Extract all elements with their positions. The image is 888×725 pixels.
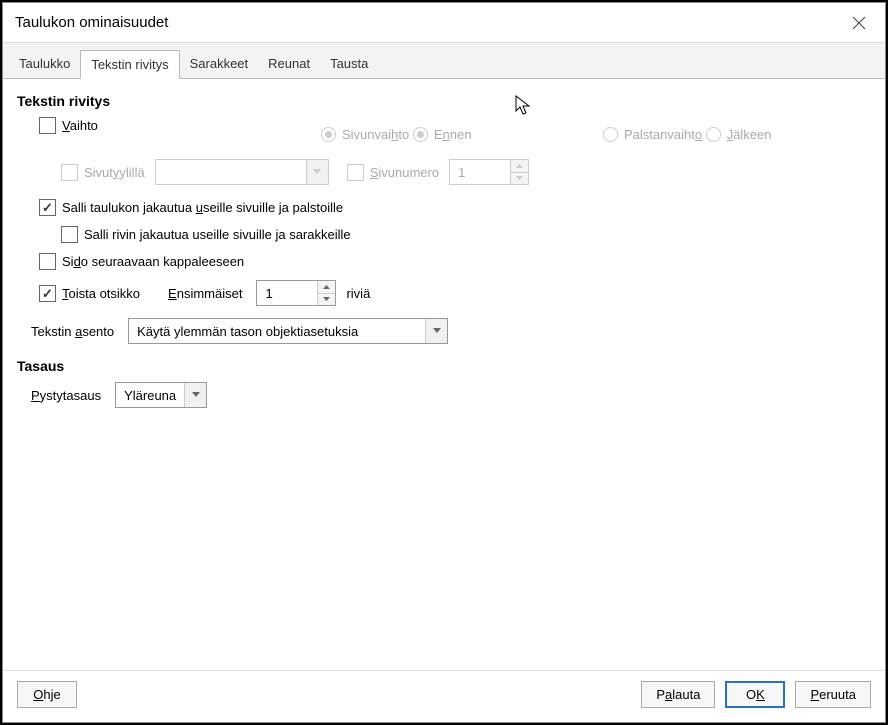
break-options-row: Vaihto Sivunvaihto Ennen Palstanvaihto bbox=[39, 117, 871, 145]
tab-reunat[interactable]: Reunat bbox=[258, 50, 320, 79]
checkbox-icon bbox=[39, 199, 56, 216]
sido-row: Sido seuraavaan kappaleeseen bbox=[39, 253, 871, 270]
tab-sarakkeet[interactable]: Sarakkeet bbox=[180, 50, 259, 79]
chevron-down-icon[interactable] bbox=[425, 319, 447, 343]
vaihto-label: Vaihto bbox=[62, 118, 98, 133]
checkbox-icon bbox=[61, 226, 78, 243]
salli-taulukon-label: Salli taulukon jakautua useille sivuille… bbox=[62, 200, 343, 215]
jalkeen-radio: Jälkeen bbox=[706, 127, 772, 142]
ensimmaiset-value[interactable]: 1 bbox=[257, 281, 317, 305]
dialog-window: Taulukon ominaisuudet Taulukko Tekstin r… bbox=[2, 2, 886, 723]
pystytasaus-row: Pystytasaus Yläreuna bbox=[31, 382, 871, 408]
ennen-label: Ennen bbox=[434, 127, 472, 142]
sivutyylilla-label: Sivutyylillä bbox=[84, 165, 145, 180]
palstanvaihto-label: Palstanvaihto bbox=[624, 127, 702, 142]
dialog-title: Taulukon ominaisuudet bbox=[15, 14, 845, 31]
asento-label: Tekstin asento bbox=[31, 324, 114, 339]
checkbox-icon bbox=[39, 253, 56, 270]
radio-icon bbox=[706, 127, 721, 142]
section-tekstin-rivitys-title: Tekstin rivitys bbox=[17, 93, 871, 109]
asento-value: Käytä ylemmän tason objektiasetuksia bbox=[129, 319, 425, 343]
sivutyylilla-value bbox=[156, 160, 306, 184]
chevron-down-icon bbox=[306, 160, 328, 184]
ennen-radio: Ennen bbox=[413, 127, 472, 142]
asento-combo[interactable]: Käytä ylemmän tason objektiasetuksia bbox=[128, 318, 448, 344]
pystytasaus-label: Pystytasaus bbox=[31, 388, 101, 403]
chevron-up-icon bbox=[511, 160, 528, 173]
vaihto-checkbox[interactable]: Vaihto bbox=[39, 117, 98, 134]
tab-tausta[interactable]: Tausta bbox=[320, 50, 378, 79]
button-bar: Ohje Palauta OK Peruuta bbox=[3, 670, 885, 722]
tab-bar: Taulukko Tekstin rivitys Sarakkeet Reuna… bbox=[3, 43, 885, 79]
tab-taulukko[interactable]: Taulukko bbox=[9, 50, 80, 79]
close-icon bbox=[852, 16, 866, 30]
jalkeen-label: Jälkeen bbox=[727, 127, 772, 142]
sivunumero-value: 1 bbox=[450, 160, 510, 184]
tab-content: Tekstin rivitys Vaihto Sivunvaihto Ennen bbox=[3, 79, 885, 670]
salli-rivin-row: Salli rivin jakautua useille sivuille ja… bbox=[61, 226, 871, 243]
salli-rivin-checkbox[interactable]: Salli rivin jakautua useille sivuille ja… bbox=[61, 226, 351, 243]
chevron-up-icon[interactable] bbox=[318, 281, 335, 294]
ensimmaiset-unit: riviä bbox=[346, 286, 370, 301]
sivunumero-spinner: 1 bbox=[449, 159, 529, 185]
section-tasaus-title: Tasaus bbox=[17, 358, 871, 374]
radio-icon bbox=[321, 127, 336, 142]
close-button[interactable] bbox=[845, 9, 873, 37]
toista-checkbox[interactable]: Toista otsikko bbox=[39, 285, 140, 302]
sido-checkbox[interactable]: Sido seuraavaan kappaleeseen bbox=[39, 253, 244, 270]
checkbox-icon bbox=[347, 164, 364, 181]
sivunvaihto-label: Sivunvaihto bbox=[342, 127, 409, 142]
ensimmaiset-spinner[interactable]: 1 bbox=[256, 280, 336, 306]
sivutyylilla-combo bbox=[155, 159, 329, 185]
ensimmaiset-label: Ensimmäiset bbox=[168, 286, 242, 301]
radio-icon bbox=[413, 127, 428, 142]
toista-label: Toista otsikko bbox=[62, 286, 140, 301]
asento-row: Tekstin asento Käytä ylemmän tason objek… bbox=[31, 318, 871, 344]
sivunumero-checkbox: Sivunumero bbox=[347, 164, 439, 181]
palstanvaihto-radio: Palstanvaihto bbox=[603, 127, 702, 142]
chevron-down-icon[interactable] bbox=[318, 294, 335, 306]
titlebar: Taulukon ominaisuudet bbox=[3, 3, 885, 43]
sivutyylilla-checkbox: Sivutyylillä bbox=[61, 164, 145, 181]
tab-tekstin-rivitys[interactable]: Tekstin rivitys bbox=[80, 50, 179, 79]
checkbox-icon bbox=[39, 117, 56, 134]
checkbox-icon bbox=[39, 285, 56, 302]
sivunumero-label: Sivunumero bbox=[370, 165, 439, 180]
chevron-down-icon[interactable] bbox=[184, 383, 206, 407]
spinner-buttons[interactable] bbox=[317, 281, 335, 305]
toista-row: Toista otsikko Ensimmäiset 1 riviä bbox=[39, 280, 871, 306]
checkbox-icon bbox=[61, 164, 78, 181]
salli-rivin-label: Salli rivin jakautua useille sivuille ja… bbox=[84, 227, 351, 242]
ok-button[interactable]: OK bbox=[725, 681, 785, 708]
chevron-down-icon bbox=[511, 173, 528, 185]
pystytasaus-combo[interactable]: Yläreuna bbox=[115, 382, 207, 408]
reset-button[interactable]: Palauta bbox=[641, 681, 715, 708]
sivunvaihto-radio: Sivunvaihto bbox=[321, 127, 409, 142]
cancel-button[interactable]: Peruuta bbox=[795, 681, 871, 708]
salli-taulukon-checkbox[interactable]: Salli taulukon jakautua useille sivuille… bbox=[39, 199, 343, 216]
radio-icon bbox=[603, 127, 618, 142]
salli-taulukon-row: Salli taulukon jakautua useille sivuille… bbox=[39, 199, 871, 216]
pystytasaus-value: Yläreuna bbox=[116, 383, 184, 407]
help-button[interactable]: Ohje bbox=[17, 681, 77, 708]
sivutyylilla-row: Sivutyylillä Sivunumero 1 bbox=[61, 159, 871, 185]
sido-label: Sido seuraavaan kappaleeseen bbox=[62, 254, 244, 269]
spinner-buttons bbox=[510, 160, 528, 184]
